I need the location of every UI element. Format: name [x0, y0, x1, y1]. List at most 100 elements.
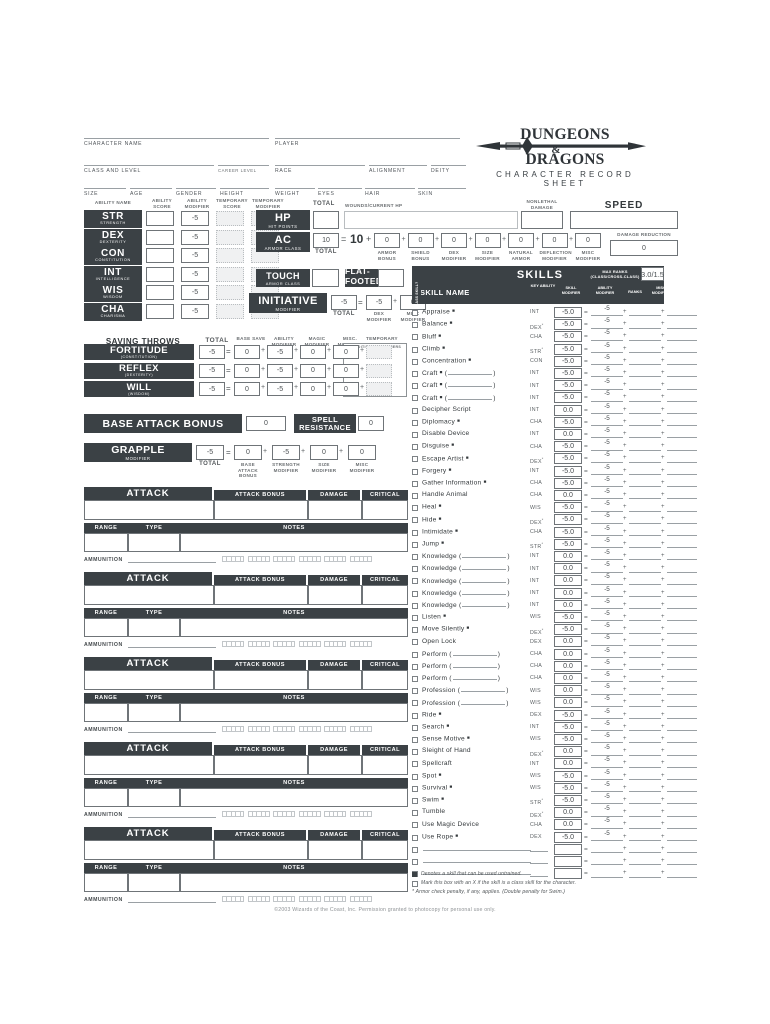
skill-ability-modifier[interactable]: -5: [591, 634, 623, 641]
grapple-total-input[interactable]: -5: [196, 445, 224, 460]
skill-misc-input[interactable]: [667, 608, 697, 610]
attack-notes-input-2[interactable]: [180, 703, 408, 722]
skill-misc-input[interactable]: [667, 486, 697, 488]
attack-range-input-0[interactable]: [84, 533, 128, 552]
skill-ranks-input[interactable]: [629, 852, 661, 854]
attack-type-input-4[interactable]: [128, 873, 180, 892]
skill-ability-modifier[interactable]: -5: [591, 695, 623, 702]
skill-ability-modifier[interactable]: -5: [591, 598, 623, 605]
skill-modifier-input[interactable]: -5.0: [554, 477, 582, 489]
skill-ability-modifier[interactable]: -5: [591, 512, 623, 519]
skill-misc-input[interactable]: [667, 437, 697, 439]
skill-misc-input[interactable]: [667, 351, 697, 353]
class-skill-checkbox[interactable]: [412, 529, 418, 536]
field-size[interactable]: SIZE: [84, 178, 126, 197]
ac-part-input-3[interactable]: 0: [474, 233, 501, 248]
field-player[interactable]: PLAYER: [275, 128, 460, 147]
save-misc-will[interactable]: 0: [333, 382, 359, 396]
skill-misc-input[interactable]: [667, 864, 697, 866]
skill-misc-input[interactable]: [667, 559, 697, 561]
skill-misc-input[interactable]: [667, 681, 697, 683]
skill-ability-modifier[interactable]: -5: [591, 830, 623, 837]
skill-misc-input[interactable]: [667, 632, 697, 634]
skill-ranks-input[interactable]: [629, 608, 661, 610]
skill-misc-input[interactable]: [667, 791, 697, 793]
skill-misc-input[interactable]: [667, 595, 697, 597]
skill-misc-input[interactable]: [667, 425, 697, 427]
ac-part-input-6[interactable]: 0: [575, 233, 601, 248]
skill-misc-input[interactable]: [667, 827, 697, 829]
skill-ability-modifier[interactable]: -5: [591, 708, 623, 715]
class-skill-checkbox[interactable]: [412, 407, 418, 414]
attack-damage-input-1[interactable]: [308, 585, 362, 605]
class-skill-checkbox[interactable]: [412, 676, 418, 682]
save-base-reflex[interactable]: 0: [234, 363, 260, 378]
ability-modifier-int[interactable]: -5: [181, 266, 209, 282]
skill-ranks-input[interactable]: [629, 522, 661, 524]
skill-modifier-input[interactable]: -5.0: [554, 514, 582, 526]
skill-modifier-input[interactable]: -5.0: [554, 795, 582, 806]
skill-ranks-input[interactable]: [629, 315, 661, 317]
attack-critical-input-0[interactable]: [362, 500, 408, 520]
skill-modifier-input[interactable]: 0.0: [554, 819, 582, 831]
skill-ability-modifier[interactable]: -5: [591, 525, 623, 532]
skill-misc-input[interactable]: [667, 803, 697, 805]
skill-ability-modifier[interactable]: -5: [591, 537, 623, 544]
skill-modifier-input[interactable]: 0.0: [554, 636, 582, 648]
skill-misc-input[interactable]: [667, 510, 697, 512]
skill-misc-input[interactable]: [667, 852, 697, 854]
save-temp-fortitude[interactable]: [366, 345, 392, 359]
field-eyes[interactable]: EYES: [318, 178, 362, 197]
skill-ability-modifier[interactable]: -5: [591, 817, 623, 824]
attack-name-input-1[interactable]: [84, 585, 214, 605]
skill-ability-modifier[interactable]: -5: [591, 403, 623, 410]
skill-modifier-input[interactable]: 0.0: [554, 685, 582, 697]
skill-ability-modifier[interactable]: -5: [591, 354, 623, 361]
skill-misc-input[interactable]: [667, 327, 697, 329]
class-skill-checkbox[interactable]: [412, 566, 418, 573]
class-skill-checkbox[interactable]: [412, 627, 418, 634]
skill-ranks-input[interactable]: [629, 839, 661, 841]
skill-misc-input[interactable]: [667, 388, 697, 390]
attack-name-input-2[interactable]: [84, 670, 214, 690]
field-alignment[interactable]: ALIGNMENT: [369, 155, 427, 174]
class-skill-checkbox[interactable]: [412, 737, 418, 743]
attack-critical-input-1[interactable]: [362, 585, 408, 605]
skill-modifier-input[interactable]: 0.0: [554, 660, 582, 672]
skill-ranks-input[interactable]: [629, 498, 661, 500]
field-height[interactable]: HEIGHT: [220, 178, 269, 197]
ac-part-input-2[interactable]: 0: [441, 233, 467, 248]
class-skill-checkbox[interactable]: [412, 761, 418, 768]
skill-ranks-input[interactable]: [629, 669, 661, 671]
class-skill-checkbox[interactable]: [412, 712, 418, 719]
class-skill-checkbox[interactable]: [412, 785, 418, 792]
skill-modifier-input[interactable]: 0.0: [554, 599, 582, 611]
skill-ability-modifier[interactable]: -5: [591, 610, 623, 617]
skill-ability-modifier[interactable]: -5: [591, 647, 623, 654]
class-skill-checkbox[interactable]: [412, 444, 418, 451]
height-input[interactable]: [220, 178, 269, 189]
ability-modifier-con[interactable]: -5: [181, 248, 209, 264]
skill-ability-modifier[interactable]: -5: [591, 732, 623, 739]
temp-score-wis[interactable]: [216, 285, 244, 301]
class-skill-checkbox[interactable]: [412, 749, 418, 756]
attack-damage-input-0[interactable]: [308, 500, 362, 520]
skill-modifier-input[interactable]: -5.0: [554, 538, 582, 550]
ammunition-line-1[interactable]: [128, 647, 216, 648]
skill-ability-modifier[interactable]: -5: [591, 720, 623, 727]
ammunition-line-4[interactable]: [128, 902, 216, 903]
grapple-part-input-3[interactable]: 0: [348, 445, 376, 460]
skill-ability-modifier[interactable]: -5: [591, 622, 623, 629]
nonlethal-input[interactable]: [521, 211, 563, 229]
skill-ability-modifier[interactable]: -5: [591, 439, 623, 446]
deity-input[interactable]: [431, 155, 466, 166]
class-skill-checkbox[interactable]: [412, 432, 418, 438]
gender-input[interactable]: [176, 178, 216, 189]
ac-part-input-4[interactable]: 0: [508, 233, 534, 248]
attack-name-input-0[interactable]: [84, 500, 214, 520]
skill-misc-input[interactable]: [667, 364, 697, 366]
field-skin[interactable]: SKIN: [418, 178, 466, 197]
skill-misc-input[interactable]: [667, 376, 697, 378]
ability-score-con[interactable]: [146, 248, 174, 264]
skill-ability-modifier[interactable]: -5: [591, 549, 623, 556]
